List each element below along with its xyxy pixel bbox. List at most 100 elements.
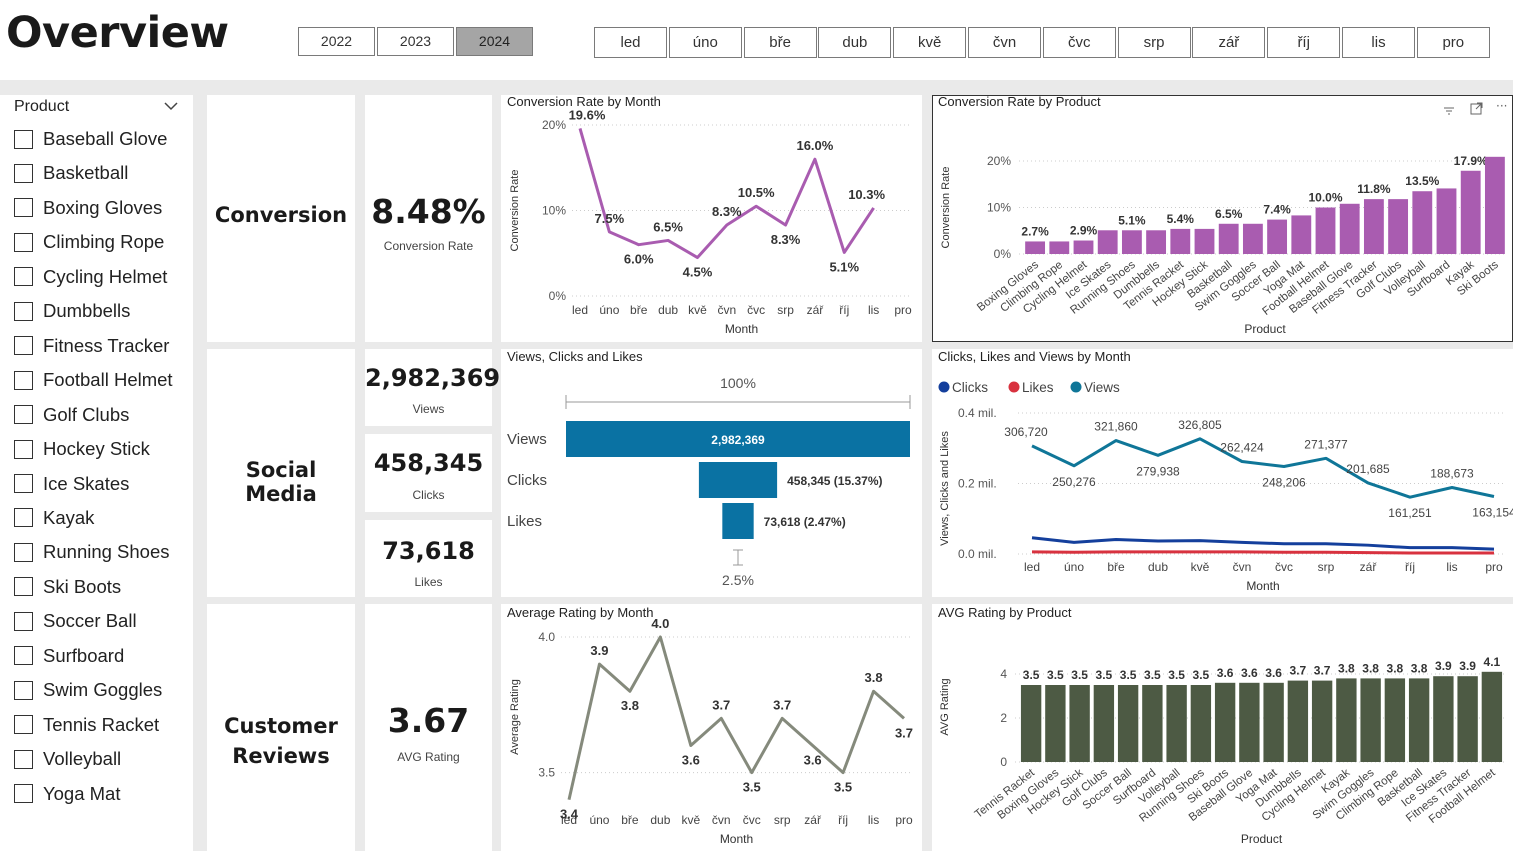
checkbox[interactable] <box>14 439 33 459</box>
x-tick-label: říj <box>839 303 849 317</box>
slicer-item[interactable]: Surfboard <box>14 642 124 670</box>
legend-label: Views <box>1084 380 1120 395</box>
month-button-6[interactable]: čvc <box>1042 27 1116 58</box>
bar <box>1190 685 1212 762</box>
slicer-item[interactable]: Baseball Glove <box>14 125 167 153</box>
bar <box>1025 241 1046 254</box>
data-label: 3.5 <box>1168 668 1185 682</box>
social-section-label: Social Media <box>245 458 317 506</box>
checkbox[interactable] <box>14 370 33 390</box>
slicer-item[interactable]: Yoga Mat <box>14 780 121 808</box>
checkbox[interactable] <box>14 198 33 218</box>
month-button-4[interactable]: kvě <box>893 27 967 58</box>
reviews-section-label-line1: Customer <box>224 714 338 738</box>
slicer-item-label: Volleyball <box>43 748 122 770</box>
data-label: 3.7 <box>895 725 913 740</box>
y-tick-label: 20% <box>542 118 566 132</box>
slicer-item[interactable]: Dumbbells <box>14 297 130 325</box>
series-line <box>567 635 905 801</box>
series-line <box>1031 550 1494 555</box>
year-button-2023[interactable]: 2023 <box>377 27 454 56</box>
bar <box>1336 678 1357 762</box>
month-button-1[interactable]: úno <box>668 27 742 58</box>
slicer-item-label: Cycling Helmet <box>43 265 168 287</box>
x-tick-label: zář <box>1360 560 1378 574</box>
checkbox[interactable] <box>14 508 33 528</box>
x-tick-label: úno <box>589 813 609 827</box>
year-button-2024[interactable]: 2024 <box>456 27 533 56</box>
checkbox[interactable] <box>14 301 33 321</box>
checkbox[interactable] <box>14 542 33 562</box>
slicer-item[interactable]: Soccer Ball <box>14 607 137 635</box>
month-button-0[interactable]: led <box>594 27 667 58</box>
slicer-item[interactable]: Climbing Rope <box>14 228 164 256</box>
month-button-3[interactable]: dub <box>818 27 892 58</box>
slicer-item[interactable]: Boxing Gloves <box>14 194 162 222</box>
month-button-10[interactable]: lis <box>1342 27 1415 58</box>
slicer-item[interactable]: Kayak <box>14 504 94 532</box>
data-label: 6.5% <box>1215 207 1243 221</box>
data-label: 3.5 <box>1120 668 1137 682</box>
checkbox[interactable] <box>14 680 33 700</box>
checkbox[interactable] <box>14 232 33 252</box>
slicer-item[interactable]: Fitness Tracker <box>14 332 169 360</box>
chevron-down-icon[interactable] <box>163 99 179 115</box>
checkbox[interactable] <box>14 749 33 769</box>
funnel-category-label: Likes <box>507 513 542 530</box>
slicer-item[interactable]: Basketball <box>14 159 128 187</box>
y-tick-label: 0 <box>1000 755 1007 769</box>
funnel-svg: 100% Views 2,982,369 Clicks 458,345 (15.37%)… <box>507 375 911 588</box>
month-button-7[interactable]: srp <box>1117 27 1191 58</box>
slicer-item[interactable]: Golf Clubs <box>14 401 129 429</box>
slicer-item[interactable]: Ice Skates <box>14 470 129 498</box>
bar <box>1481 671 1503 762</box>
checkbox[interactable] <box>14 611 33 631</box>
checkbox[interactable] <box>14 715 33 735</box>
x-axis-title: Month <box>725 322 758 336</box>
month-button-11[interactable]: pro <box>1416 27 1490 58</box>
slicer-item[interactable]: Hockey Stick <box>14 435 150 463</box>
checkbox[interactable] <box>14 163 33 183</box>
data-label: 2.7% <box>1021 224 1049 238</box>
checkbox[interactable] <box>14 474 33 493</box>
slicer-item[interactable]: Swim Goggles <box>14 676 162 704</box>
x-tick-label: pro <box>894 303 912 317</box>
data-label: 13.5% <box>1405 174 1439 188</box>
month-button-9[interactable]: říj <box>1267 27 1341 58</box>
slicer-item[interactable]: Running Shoes <box>14 538 170 566</box>
checkbox[interactable] <box>14 405 33 425</box>
data-label: 3.9 <box>590 643 608 658</box>
data-label: 8.3% <box>712 204 742 219</box>
slicer-item-label: Dumbbells <box>43 300 131 322</box>
slicer-item-label: Surfboard <box>43 644 125 666</box>
x-tick-label: zář <box>807 303 825 317</box>
data-label: 17.9% <box>1454 154 1488 168</box>
checkbox[interactable] <box>14 784 33 804</box>
checkbox[interactable] <box>14 336 33 356</box>
slicer-item[interactable]: Volleyball <box>14 745 121 773</box>
slicer-item[interactable]: Football Helmet <box>14 366 173 394</box>
slicer-item-label: Hockey Stick <box>43 438 150 460</box>
year-button-2022[interactable]: 2022 <box>298 27 375 56</box>
slicer-item-label: Tennis Racket <box>43 713 160 735</box>
bar <box>1287 680 1309 762</box>
funnel-category-label: Clicks <box>507 472 547 489</box>
legend-marker <box>1070 381 1082 393</box>
month-button-5[interactable]: čvn <box>968 27 1041 58</box>
conversion-month-svg: 0% 10% 20% led úno bře dub kvě čvn čvc srp zář říj li… <box>509 107 912 336</box>
x-tick-label: led <box>572 303 588 317</box>
x-tick-label: bře <box>630 303 648 317</box>
checkbox[interactable] <box>14 267 33 287</box>
month-button-8[interactable]: zář <box>1192 27 1266 58</box>
month-button-2[interactable]: bře <box>743 27 817 58</box>
slicer-item[interactable]: Tennis Racket <box>14 711 159 739</box>
checkbox[interactable] <box>14 129 33 149</box>
bar <box>1388 199 1409 254</box>
data-label: 201,685 <box>1346 462 1390 476</box>
checkbox[interactable] <box>14 646 33 666</box>
slicer-title: Product <box>14 98 70 115</box>
slicer-item-label: Fitness Tracker <box>43 334 170 356</box>
slicer-item[interactable]: Ski Boots <box>14 573 121 601</box>
checkbox[interactable] <box>14 577 33 597</box>
slicer-item[interactable]: Cycling Helmet <box>14 263 167 291</box>
